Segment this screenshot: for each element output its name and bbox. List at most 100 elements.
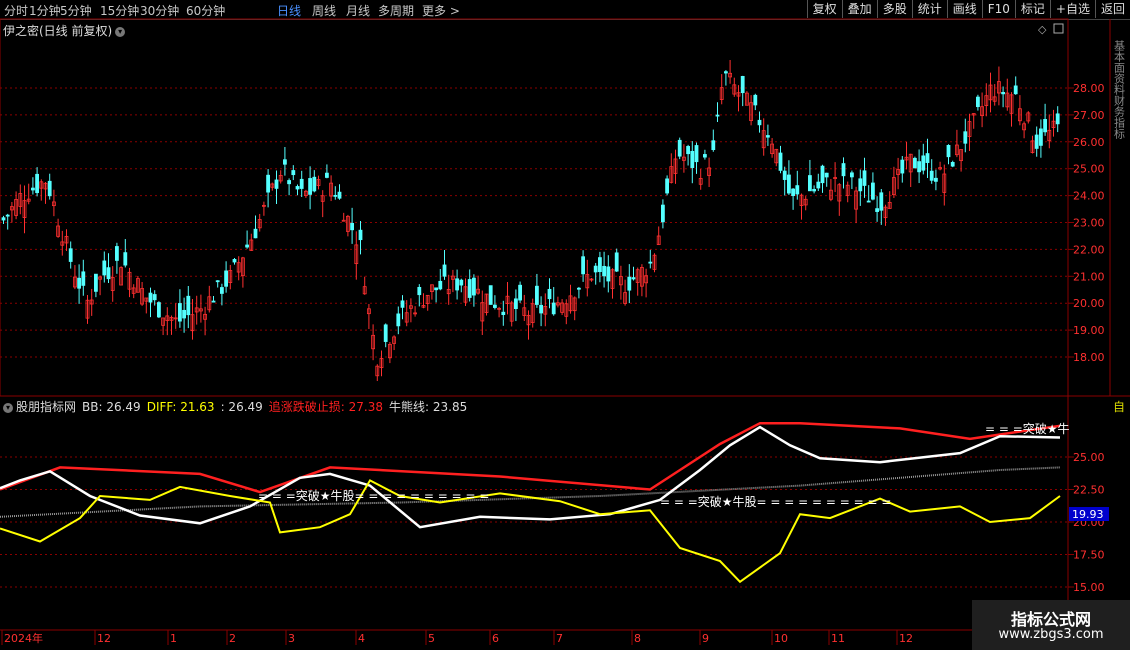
y-tick-label: 22.50 <box>1073 484 1105 497</box>
time-label: 4 <box>358 632 365 645</box>
diff-value: DIFF: 21.63 <box>146 400 215 414</box>
candle-body <box>492 304 497 308</box>
candle-body <box>299 178 304 189</box>
candle-body <box>934 177 938 182</box>
candle-body <box>518 284 522 301</box>
main-frame <box>0 18 1069 397</box>
candle-body <box>287 180 292 185</box>
candle-body <box>816 181 821 189</box>
candle-body <box>820 165 825 184</box>
candle-body <box>115 246 119 261</box>
candle-body <box>808 175 812 192</box>
candle-body <box>1039 128 1043 146</box>
y-tick-label: 23.00 <box>1073 217 1105 230</box>
time-label: 9 <box>702 632 709 645</box>
candle-body <box>282 159 287 165</box>
candle-body <box>266 174 271 193</box>
candle-body <box>740 75 745 94</box>
candle-body <box>182 309 187 319</box>
candle-body <box>665 178 669 194</box>
candle-body <box>106 267 111 280</box>
time-label: 3 <box>288 632 295 645</box>
y-tick-label: 27.00 <box>1073 109 1105 122</box>
candle-body <box>102 260 107 276</box>
candle-body <box>308 178 313 195</box>
candle-body <box>488 285 493 305</box>
candle-body <box>186 295 191 316</box>
candle-body <box>535 285 539 305</box>
candle-body <box>703 154 707 158</box>
candle-body <box>333 194 338 197</box>
y-tick-label: 26.00 <box>1073 136 1105 149</box>
candle-body <box>976 96 980 108</box>
candle-body <box>824 172 829 178</box>
candle-body <box>593 265 598 273</box>
candle-body <box>455 278 460 291</box>
candle-body <box>795 185 800 195</box>
candle-body <box>232 259 237 263</box>
signal-annotation: = = =突破★牛股= = = = = = = = = = <box>660 494 891 509</box>
candle-body <box>77 277 81 289</box>
candle-body <box>602 265 606 277</box>
y-tick-label: 21.00 <box>1073 270 1105 283</box>
time-label: 6 <box>492 632 499 645</box>
candle-body <box>862 170 867 186</box>
candle-body <box>215 280 220 283</box>
candle-body <box>245 244 250 248</box>
candle-body <box>1 217 6 221</box>
y-tick-label: 15.00 <box>1073 581 1105 594</box>
candle-body <box>1043 119 1047 133</box>
bb-value: BB: 26.49 <box>82 400 141 414</box>
candle-body <box>551 302 556 315</box>
candle-body <box>900 159 905 174</box>
candle-body <box>400 300 405 308</box>
candle-body <box>686 146 690 155</box>
candle-body <box>577 287 581 290</box>
time-label: 12 <box>97 632 111 645</box>
side-text: 基本面资料财务指标 <box>1113 40 1126 140</box>
time-label: 5 <box>428 632 435 645</box>
candle-body <box>337 191 342 199</box>
candle-body <box>274 179 279 189</box>
watermark-logo: 指标公式网 www.zbgs3.com <box>972 600 1130 650</box>
candle-body <box>917 161 921 173</box>
candle-body <box>724 71 728 74</box>
candle-body <box>123 252 128 266</box>
candle-body <box>677 139 682 157</box>
chevron-down-icon[interactable]: ▾ <box>3 402 13 413</box>
candle-body <box>253 228 258 239</box>
candle-body <box>690 150 695 168</box>
candle-body <box>219 287 224 294</box>
candle-body <box>753 94 758 106</box>
indicator-side-tab[interactable]: 自 <box>1113 398 1130 415</box>
candle-body <box>598 257 602 273</box>
candle-body <box>963 131 968 144</box>
candle-body <box>312 176 317 192</box>
candle-body <box>434 287 439 291</box>
time-label: 10 <box>774 632 788 645</box>
candle-body <box>661 204 665 223</box>
candle-body <box>295 186 300 190</box>
time-label: 2 <box>229 632 236 645</box>
candle-body <box>291 170 296 176</box>
candle-body <box>711 140 716 151</box>
candle-body <box>94 273 98 292</box>
candle-body <box>694 145 699 163</box>
y-tick-label: 22.00 <box>1073 243 1105 256</box>
current-value: 19.93 <box>1072 508 1104 521</box>
candle-body <box>30 187 35 191</box>
candle-body <box>467 279 472 298</box>
candle-body <box>539 304 543 314</box>
candle-body <box>581 256 585 275</box>
candle-body <box>866 200 871 203</box>
candle-body <box>396 313 401 327</box>
candle-body <box>921 155 926 171</box>
time-label: 8 <box>634 632 641 645</box>
candle-body <box>1034 134 1039 149</box>
chart-area: 28.00 27.00 26.00 25.00 24.00 23.00 22.00 21.00… <box>0 18 1130 645</box>
candle-body <box>879 192 884 211</box>
candle-body <box>211 300 216 303</box>
indicator-header: ▾ 股朋指标网 BB: 26.49 DIFF: 21.63: 26.49 追涨跌破止损:… <box>3 398 473 415</box>
candle-body <box>950 162 955 167</box>
watermark-url: www.zbgs3.com <box>998 627 1104 642</box>
